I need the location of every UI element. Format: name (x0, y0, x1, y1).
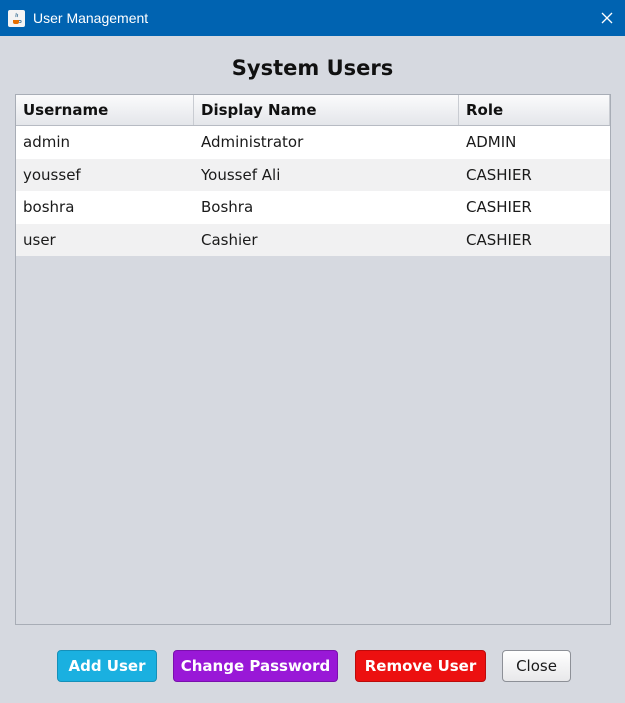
cell-role: CASHIER (466, 230, 532, 249)
users-table[interactable]: Username Display Name Role admin Adminis… (15, 94, 611, 625)
window-title: User Management (33, 10, 149, 26)
close-icon[interactable] (589, 0, 625, 36)
column-header-display-name[interactable]: Display Name (194, 95, 459, 125)
cell-role: ADMIN (466, 133, 517, 151)
table-row[interactable]: boshra Boshra CASHIER (16, 191, 610, 224)
table-body: admin Administrator ADMIN youssef Yousse… (16, 126, 610, 256)
remove-user-button[interactable]: Remove User (355, 650, 486, 682)
add-user-button[interactable]: Add User (57, 650, 157, 682)
cell-username: admin (23, 133, 70, 151)
cell-username: boshra (23, 198, 75, 216)
cell-username: user (23, 230, 56, 249)
table-row[interactable]: user Cashier CASHIER (16, 223, 610, 256)
cell-role: CASHIER (466, 165, 532, 184)
cell-role: CASHIER (466, 198, 532, 216)
change-password-button[interactable]: Change Password (173, 650, 338, 682)
close-button[interactable]: Close (502, 650, 571, 682)
column-header-username[interactable]: Username (16, 95, 194, 125)
cell-display-name: Cashier (201, 230, 258, 249)
cell-display-name: Administrator (201, 133, 304, 151)
button-bar: Add User Change Password Remove User Clo… (0, 650, 625, 684)
cell-display-name: Boshra (201, 198, 254, 216)
cell-username: youssef (23, 165, 81, 184)
table-header: Username Display Name Role (16, 95, 610, 126)
page-title: System Users (231, 56, 394, 80)
java-app-icon (8, 9, 25, 27)
table-row[interactable]: youssef Youssef Ali CASHIER (16, 158, 610, 191)
window-titlebar: User Management (0, 0, 625, 36)
cell-display-name: Youssef Ali (201, 165, 281, 184)
table-row[interactable]: admin Administrator ADMIN (16, 126, 610, 159)
column-header-role[interactable]: Role (459, 95, 610, 125)
